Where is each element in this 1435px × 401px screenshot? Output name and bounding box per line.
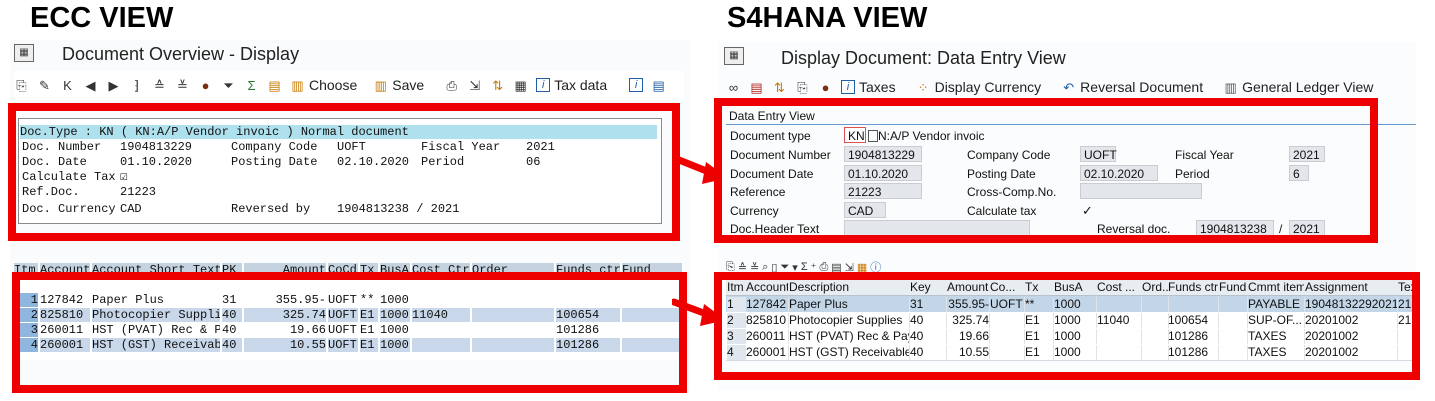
currency-icon: ⁘ — [917, 79, 929, 95]
ecc-find-icon[interactable]: ● — [198, 78, 213, 93]
ecc-print-icon[interactable]: ⎙ — [444, 78, 459, 93]
s4-gl-view-button[interactable]: ▥ General Ledger View — [1223, 79, 1373, 95]
ecc-transfer-icon[interactable]: ⇅ — [490, 78, 505, 93]
ecc-filter-icon[interactable]: ⏷ — [221, 78, 236, 93]
s4hana-view-heading: S4HANA VIEW — [727, 2, 928, 34]
ecc-next-icon[interactable]: ▶ — [106, 78, 121, 93]
s4-glasses-icon[interactable]: ∞ — [726, 80, 741, 95]
undo-icon: ↶ — [1063, 79, 1075, 95]
ecc-sum-icon[interactable]: Σ — [244, 78, 259, 93]
s4-detail-icon[interactable]: ⎘ — [795, 80, 810, 95]
ecc-window-icon[interactable]: ▦ — [14, 44, 34, 62]
ecc-sort-desc-icon[interactable]: ≚ — [175, 78, 190, 93]
s4-window-title: Display Document: Data Entry View — [781, 48, 1066, 68]
s4-toolbar: ∞ ▤ ⇅ ⎘ ● i Taxes ⁘ Display Currency ↶ Reve… — [726, 73, 1416, 101]
ecc-items-highlight-box — [12, 272, 687, 393]
save-icon: ▥ — [374, 77, 387, 93]
info-icon: i — [841, 80, 855, 94]
s4-window-icon[interactable]: ▦ — [724, 47, 744, 65]
ecc-choose-button[interactable]: ▥ Choose — [290, 77, 357, 93]
s4-transfer-icon[interactable]: ⇅ — [772, 80, 787, 95]
ecc-edit-icon[interactable]: ✎ — [37, 78, 52, 93]
ecc-sort-asc-icon[interactable]: ≙ — [152, 78, 167, 93]
s4-doc-icon[interactable]: ▤ — [749, 80, 764, 95]
ecc-detail-icon[interactable]: ⎘ — [14, 78, 29, 93]
s4-items-highlight-box — [714, 272, 1420, 380]
ecc-tax-data-button[interactable]: i Tax data — [536, 77, 607, 93]
ecc-previous-icon[interactable]: ◀ — [83, 78, 98, 93]
s4-taxes-button[interactable]: i Taxes — [841, 79, 896, 95]
ecc-export-icon[interactable]: ⇲ — [467, 78, 482, 93]
s4-find-icon[interactable]: ● — [818, 80, 833, 95]
ecc-layout-icon[interactable]: ▤ — [267, 78, 282, 93]
info-icon: i — [536, 78, 551, 92]
ecc-view-heading: ECC VIEW — [30, 2, 174, 34]
ecc-first-icon[interactable]: K — [60, 78, 75, 93]
ecc-calculator-icon[interactable]: ▦ — [513, 78, 528, 93]
choose-icon: ▥ — [291, 77, 304, 93]
s4-reversal-document-button[interactable]: ↶ Reversal Document — [1061, 79, 1203, 95]
ecc-header-highlight-box — [8, 103, 680, 241]
s4-header-highlight-box — [714, 98, 1378, 243]
ecc-toolbar: ⎘ ✎ K ◀ ▶ ⁆ ≙ ≚ ● ⏷ Σ ▤ ▥ Choose ▥ Save ⎙ … — [14, 71, 684, 99]
s4-display-currency-button[interactable]: ⁘ Display Currency — [916, 79, 1042, 95]
ecc-document-icon[interactable]: ▤ — [651, 78, 666, 93]
ecc-window-title: Document Overview - Display — [62, 44, 300, 64]
ledger-icon: ▥ — [1224, 79, 1237, 95]
ecc-info-icon[interactable]: i — [629, 78, 644, 92]
ecc-save-button[interactable]: ▥ Save — [373, 77, 425, 93]
ecc-last-icon[interactable]: ⁆ — [129, 78, 144, 93]
